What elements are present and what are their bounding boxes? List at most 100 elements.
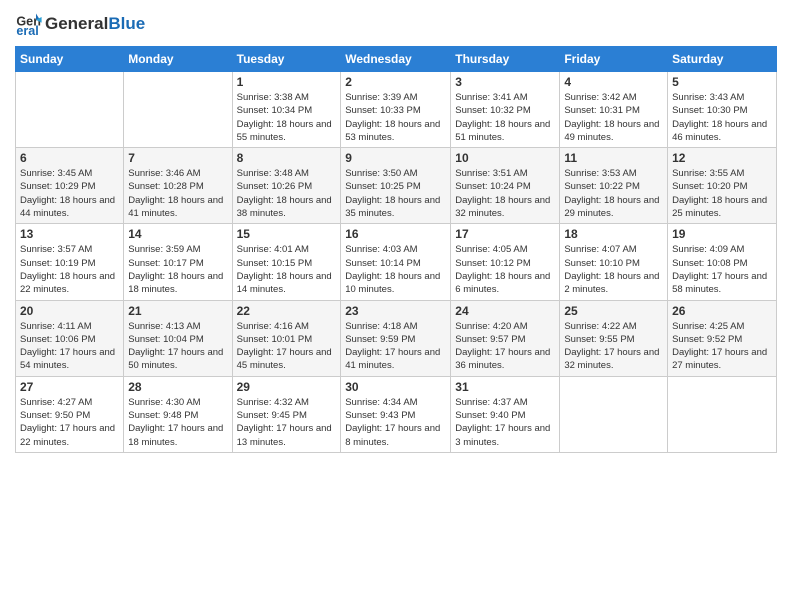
day-info: Sunrise: 4:25 AM Sunset: 9:52 PM Dayligh… [672, 320, 772, 373]
week-row-1: 1 Sunrise: 3:38 AM Sunset: 10:34 PM Dayli… [16, 72, 777, 148]
day-info: Sunrise: 4:01 AM Sunset: 10:15 PM Daylig… [237, 243, 337, 296]
calendar-cell: 24Sunrise: 4:20 AM Sunset: 9:57 PM Dayli… [451, 300, 560, 376]
calendar: SundayMondayTuesdayWednesdayThursdayFrid… [15, 46, 777, 453]
day-info: Sunrise: 4:32 AM Sunset: 9:45 PM Dayligh… [237, 396, 337, 449]
calendar-cell: 3Sunrise: 3:41 AM Sunset: 10:32 PM Dayli… [451, 72, 560, 148]
calendar-cell: 18 Sunrise: 4:07 AM Sunset: 10:10 PM Dayl… [560, 224, 668, 300]
day-info: Sunrise: 4:27 AM Sunset: 9:50 PM Dayligh… [20, 396, 119, 449]
day-info: Sunrise: 4:03 AM Sunset: 10:14 PM Daylig… [345, 243, 446, 296]
calendar-cell: 7Sunrise: 3:46 AM Sunset: 10:28 PM Dayli… [124, 148, 232, 224]
day-number: 20 [20, 304, 119, 318]
calendar-cell: 25 Sunrise: 4:22 AM Sunset: 9:55 PM Dayli… [560, 300, 668, 376]
day-info: Sunrise: 3:43 AM Sunset: 10:30 PM Daylig… [672, 91, 772, 144]
day-number: 18 [564, 227, 663, 241]
day-info: Sunrise: 4:30 AM Sunset: 9:48 PM Dayligh… [128, 396, 227, 449]
day-number: 25 [564, 304, 663, 318]
day-number: 27 [20, 380, 119, 394]
calendar-cell: 17 Sunrise: 4:05 AM Sunset: 10:12 PM Dayl… [451, 224, 560, 300]
day-number: 5 [672, 75, 772, 89]
calendar-cell: 20 Sunrise: 4:11 AM Sunset: 10:06 PM Dayl… [16, 300, 124, 376]
calendar-cell: 27 Sunrise: 4:27 AM Sunset: 9:50 PM Dayli… [16, 376, 124, 452]
day-number: 13 [20, 227, 119, 241]
day-info: Sunrise: 3:42 AM Sunset: 10:31 PM Daylig… [564, 91, 663, 144]
day-number: 16 [345, 227, 446, 241]
day-info: Sunrise: 3:46 AM Sunset: 10:28 PM Daylig… [128, 167, 227, 220]
calendar-cell [16, 72, 124, 148]
day-info: Sunrise: 3:57 AM Sunset: 10:19 PM Daylig… [20, 243, 119, 296]
day-number: 19 [672, 227, 772, 241]
day-info: Sunrise: 3:45 AM Sunset: 10:29 PM Daylig… [20, 167, 119, 220]
calendar-cell: 10 Sunrise: 3:51 AM Sunset: 10:24 PM Dayl… [451, 148, 560, 224]
page: Gen eral GeneralBlue SundayMondayTuesday… [0, 0, 792, 463]
calendar-cell: 29 Sunrise: 4:32 AM Sunset: 9:45 PM Dayli… [232, 376, 341, 452]
calendar-cell: 22 Sunrise: 4:16 AM Sunset: 10:01 PM Dayl… [232, 300, 341, 376]
calendar-cell: 12 Sunrise: 3:55 AM Sunset: 10:20 PM Dayl… [668, 148, 777, 224]
day-info: Sunrise: 4:22 AM Sunset: 9:55 PM Dayligh… [564, 320, 663, 373]
day-number: 21 [128, 304, 227, 318]
day-info: Sunrise: 3:48 AM Sunset: 10:26 PM Daylig… [237, 167, 337, 220]
calendar-cell: 8 Sunrise: 3:48 AM Sunset: 10:26 PM Dayli… [232, 148, 341, 224]
day-info: Sunrise: 4:11 AM Sunset: 10:06 PM Daylig… [20, 320, 119, 373]
day-info: Sunrise: 4:34 AM Sunset: 9:43 PM Dayligh… [345, 396, 446, 449]
day-number: 23 [345, 304, 446, 318]
day-info: Sunrise: 4:13 AM Sunset: 10:04 PM Daylig… [128, 320, 227, 373]
svg-text:eral: eral [16, 24, 38, 38]
week-row-5: 27 Sunrise: 4:27 AM Sunset: 9:50 PM Dayli… [16, 376, 777, 452]
logo: Gen eral GeneralBlue [15, 10, 145, 38]
day-info: Sunrise: 4:09 AM Sunset: 10:08 PM Daylig… [672, 243, 772, 296]
day-info: Sunrise: 3:51 AM Sunset: 10:24 PM Daylig… [455, 167, 555, 220]
day-number: 10 [455, 151, 555, 165]
day-info: Sunrise: 3:38 AM Sunset: 10:34 PM Daylig… [237, 91, 337, 144]
day-info: Sunrise: 4:20 AM Sunset: 9:57 PM Dayligh… [455, 320, 555, 373]
calendar-cell [560, 376, 668, 452]
day-number: 9 [345, 151, 446, 165]
logo-text-blue: Blue [108, 14, 145, 33]
day-number: 28 [128, 380, 227, 394]
calendar-cell [668, 376, 777, 452]
calendar-cell: 21 Sunrise: 4:13 AM Sunset: 10:04 PM Dayl… [124, 300, 232, 376]
day-number: 1 [237, 75, 337, 89]
day-number: 22 [237, 304, 337, 318]
day-number: 8 [237, 151, 337, 165]
calendar-cell: 11Sunrise: 3:53 AM Sunset: 10:22 PM Dayl… [560, 148, 668, 224]
day-number: 30 [345, 380, 446, 394]
calendar-cell: 15 Sunrise: 4:01 AM Sunset: 10:15 PM Dayl… [232, 224, 341, 300]
day-info: Sunrise: 4:16 AM Sunset: 10:01 PM Daylig… [237, 320, 337, 373]
day-info: Sunrise: 4:37 AM Sunset: 9:40 PM Dayligh… [455, 396, 555, 449]
day-number: 31 [455, 380, 555, 394]
day-number: 12 [672, 151, 772, 165]
day-info: Sunrise: 3:50 AM Sunset: 10:25 PM Daylig… [345, 167, 446, 220]
calendar-cell: 5 Sunrise: 3:43 AM Sunset: 10:30 PM Dayli… [668, 72, 777, 148]
weekday-header-sunday: Sunday [16, 47, 124, 72]
calendar-cell: 26 Sunrise: 4:25 AM Sunset: 9:52 PM Dayli… [668, 300, 777, 376]
day-number: 14 [128, 227, 227, 241]
calendar-cell: 2Sunrise: 3:39 AM Sunset: 10:33 PM Dayli… [341, 72, 451, 148]
day-number: 2 [345, 75, 446, 89]
calendar-cell: 1 Sunrise: 3:38 AM Sunset: 10:34 PM Dayli… [232, 72, 341, 148]
calendar-cell: 14Sunrise: 3:59 AM Sunset: 10:17 PM Dayl… [124, 224, 232, 300]
calendar-cell: 31 Sunrise: 4:37 AM Sunset: 9:40 PM Dayli… [451, 376, 560, 452]
weekday-header-thursday: Thursday [451, 47, 560, 72]
day-number: 17 [455, 227, 555, 241]
calendar-cell: 9 Sunrise: 3:50 AM Sunset: 10:25 PM Dayli… [341, 148, 451, 224]
weekday-header-saturday: Saturday [668, 47, 777, 72]
day-number: 26 [672, 304, 772, 318]
weekday-header-wednesday: Wednesday [341, 47, 451, 72]
weekday-header-monday: Monday [124, 47, 232, 72]
week-row-4: 20 Sunrise: 4:11 AM Sunset: 10:06 PM Dayl… [16, 300, 777, 376]
weekday-header-row: SundayMondayTuesdayWednesdayThursdayFrid… [16, 47, 777, 72]
day-number: 29 [237, 380, 337, 394]
logo-icon: Gen eral [15, 10, 43, 38]
calendar-cell: 16 Sunrise: 4:03 AM Sunset: 10:14 PM Dayl… [341, 224, 451, 300]
day-info: Sunrise: 4:05 AM Sunset: 10:12 PM Daylig… [455, 243, 555, 296]
day-info: Sunrise: 3:41 AM Sunset: 10:32 PM Daylig… [455, 91, 555, 144]
day-info: Sunrise: 4:07 AM Sunset: 10:10 PM Daylig… [564, 243, 663, 296]
day-number: 6 [20, 151, 119, 165]
day-info: Sunrise: 4:18 AM Sunset: 9:59 PM Dayligh… [345, 320, 446, 373]
day-info: Sunrise: 3:55 AM Sunset: 10:20 PM Daylig… [672, 167, 772, 220]
day-number: 15 [237, 227, 337, 241]
week-row-2: 6 Sunrise: 3:45 AM Sunset: 10:29 PM Dayli… [16, 148, 777, 224]
header: Gen eral GeneralBlue [15, 10, 777, 38]
weekday-header-friday: Friday [560, 47, 668, 72]
calendar-cell: 19 Sunrise: 4:09 AM Sunset: 10:08 PM Dayl… [668, 224, 777, 300]
